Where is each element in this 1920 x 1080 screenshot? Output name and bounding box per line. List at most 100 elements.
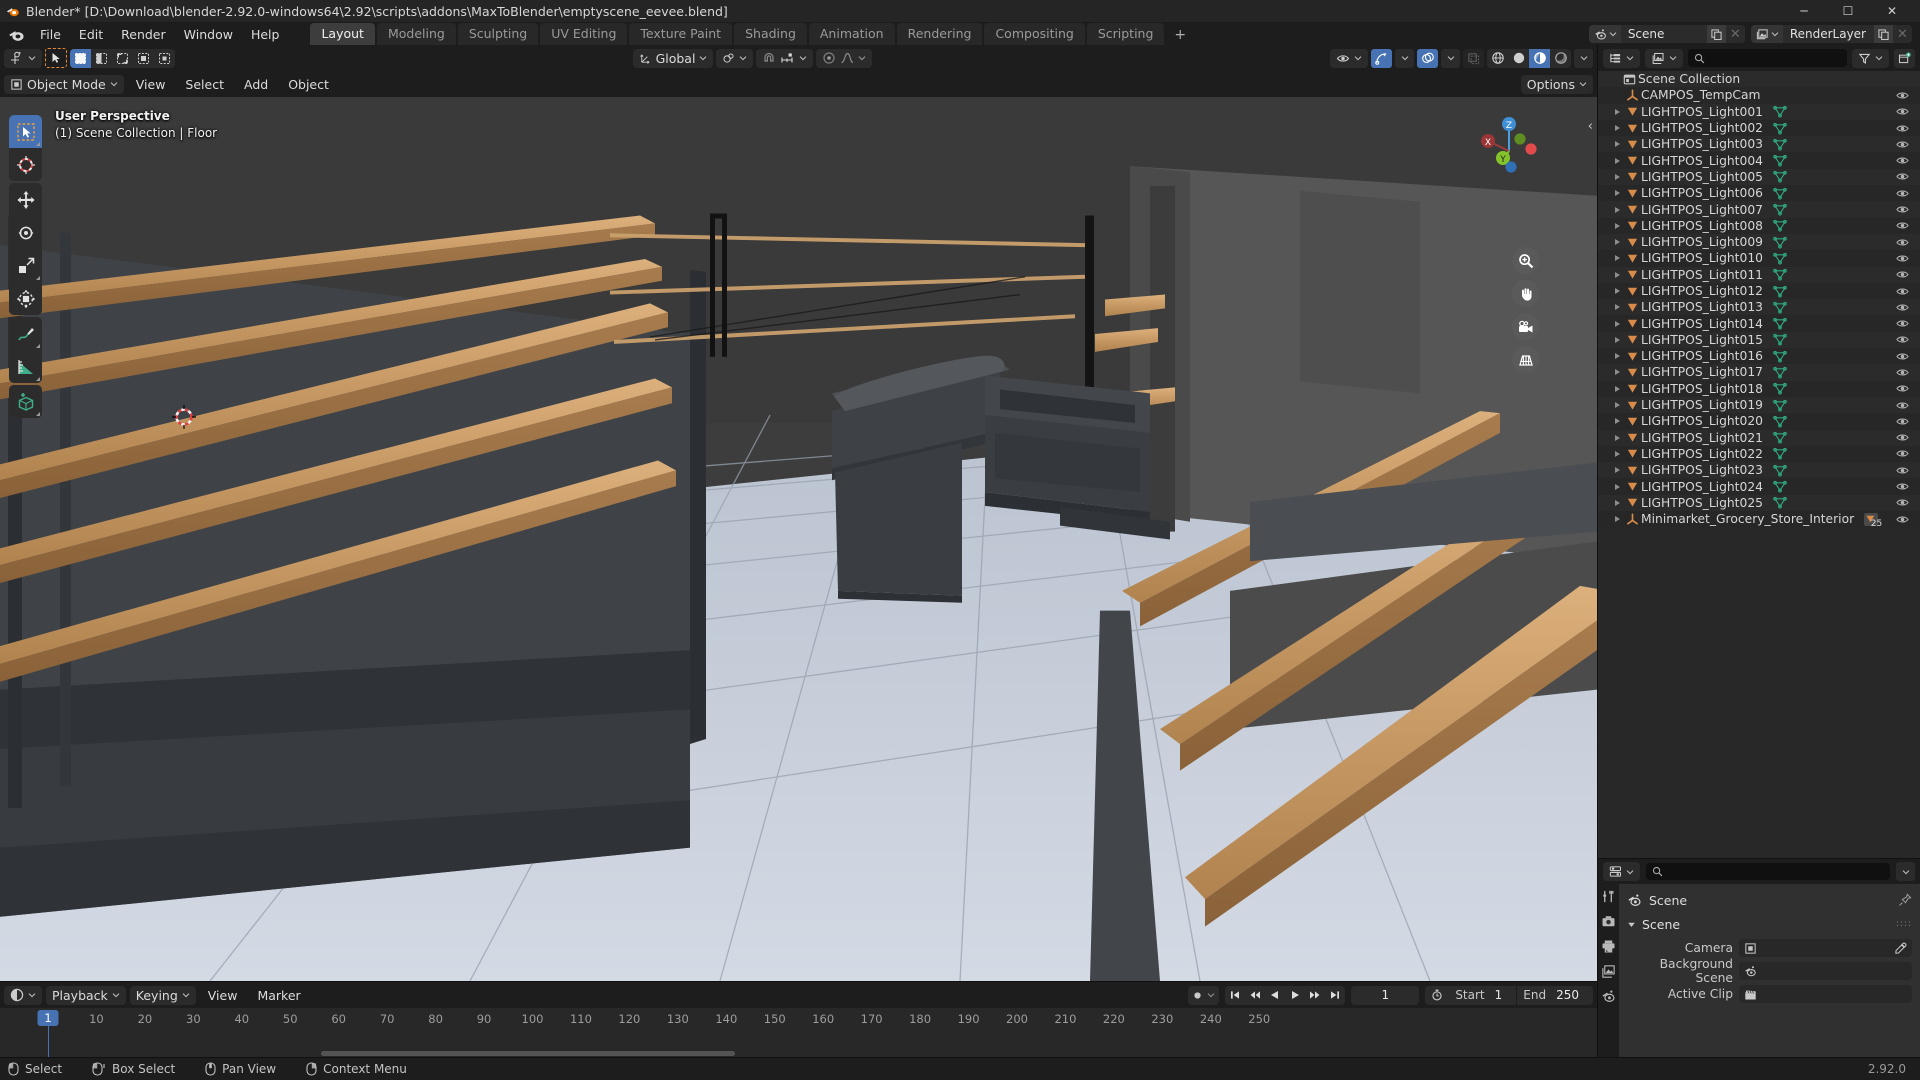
visibility-eye-icon[interactable] bbox=[1896, 332, 1909, 348]
disclosure-triangle-icon[interactable] bbox=[1611, 189, 1624, 197]
mesh-data-icon[interactable] bbox=[1773, 138, 1787, 151]
mesh-data-icon[interactable] bbox=[1773, 496, 1787, 509]
shading-solid-icon[interactable] bbox=[1508, 49, 1529, 68]
disclosure-triangle-icon[interactable] bbox=[1611, 238, 1624, 246]
outliner-row[interactable]: LIGHTPOS_Light020 bbox=[1598, 413, 1920, 430]
outliner-row[interactable]: LIGHTPOS_Light011 bbox=[1598, 266, 1920, 283]
scene-name[interactable]: Scene bbox=[1621, 27, 1707, 41]
outliner-row[interactable]: LIGHTPOS_Light023 bbox=[1598, 462, 1920, 479]
zoom-icon[interactable] bbox=[1512, 247, 1539, 274]
menu-window[interactable]: Window bbox=[175, 25, 242, 44]
disclosure-triangle-icon[interactable] bbox=[1611, 483, 1624, 491]
view-layer-icon[interactable] bbox=[1750, 25, 1783, 43]
mesh-data-icon[interactable] bbox=[1773, 317, 1787, 330]
properties-tab-tool[interactable] bbox=[1600, 887, 1618, 905]
visibility-eye-icon[interactable] bbox=[1896, 511, 1909, 527]
overlays-dropdown[interactable] bbox=[1441, 48, 1460, 68]
add-workspace-button[interactable]: + bbox=[1166, 25, 1194, 45]
mesh-data-icon[interactable] bbox=[1773, 431, 1787, 444]
disclosure-triangle-icon[interactable] bbox=[1611, 287, 1624, 295]
eyedropper-icon[interactable] bbox=[1894, 942, 1907, 955]
shading-dropdown[interactable] bbox=[1574, 48, 1593, 68]
mesh-data-icon[interactable] bbox=[1773, 382, 1787, 395]
outliner-display-mode[interactable] bbox=[1645, 48, 1683, 68]
outliner-row[interactable]: LIGHTPOS_Light015 bbox=[1598, 331, 1920, 349]
visibility-eye-icon[interactable] bbox=[1896, 397, 1909, 413]
shading-material-preview-icon[interactable] bbox=[1529, 48, 1550, 68]
shading-mode-group[interactable] bbox=[1487, 48, 1571, 68]
mesh-data-icon[interactable] bbox=[1773, 301, 1787, 314]
menu-edit[interactable]: Edit bbox=[70, 25, 112, 44]
outliner-row[interactable]: LIGHTPOS_Light006 bbox=[1598, 185, 1920, 202]
select-mode-group[interactable] bbox=[70, 48, 175, 68]
cursor-tool-icon[interactable] bbox=[9, 148, 42, 181]
gizmo-dropdown[interactable] bbox=[1395, 48, 1414, 68]
object-mode-selector[interactable]: Object Mode bbox=[4, 74, 124, 94]
mesh-data-icon[interactable] bbox=[1773, 122, 1787, 135]
viewport-sidebar-toggle[interactable]: ‹ bbox=[1588, 119, 1593, 134]
proportional-editing-group[interactable] bbox=[816, 48, 873, 68]
mesh-data-icon[interactable] bbox=[1773, 415, 1787, 428]
workspace-tab-shading[interactable]: Shading bbox=[734, 23, 807, 45]
frame-start-value[interactable]: 1 bbox=[1491, 988, 1517, 1002]
rotate-tool-icon[interactable] bbox=[9, 216, 42, 249]
pin-icon[interactable] bbox=[1898, 893, 1912, 907]
select-subtract-icon[interactable] bbox=[112, 49, 133, 68]
mesh-data-icon[interactable] bbox=[1773, 333, 1787, 346]
menu-file[interactable]: File bbox=[31, 25, 70, 44]
disclosure-triangle-icon[interactable] bbox=[1611, 303, 1624, 311]
tweak-tool-icon[interactable] bbox=[45, 48, 67, 68]
camera-field[interactable] bbox=[1739, 939, 1912, 957]
visibility-eye-icon[interactable] bbox=[1896, 234, 1909, 250]
outliner-tree[interactable]: Scene Collection CAMPOS_TempCam LIGHTPOS_L… bbox=[1598, 71, 1920, 858]
menu-help[interactable]: Help bbox=[242, 25, 289, 44]
disclosure-triangle-icon[interactable] bbox=[1611, 157, 1624, 165]
frame-end-value[interactable]: 250 bbox=[1552, 988, 1593, 1002]
outliner-row[interactable]: LIGHTPOS_Light002 bbox=[1598, 119, 1920, 137]
scene-panel-header[interactable]: Scene :::: bbox=[1627, 913, 1912, 935]
properties-tab-view-layer[interactable] bbox=[1600, 962, 1618, 980]
timeline-playhead[interactable]: 1 bbox=[37, 1010, 59, 1026]
mesh-data-icon[interactable] bbox=[1773, 154, 1787, 167]
toggle-perspective-icon[interactable] bbox=[1512, 346, 1539, 373]
disclosure-triangle-icon[interactable] bbox=[1611, 206, 1624, 214]
add-cube-tool-icon[interactable] bbox=[9, 385, 42, 418]
visibility-selector[interactable] bbox=[1330, 48, 1368, 68]
disclosure-triangle-icon[interactable] bbox=[1611, 417, 1624, 425]
outliner-row[interactable]: LIGHTPOS_Light025 bbox=[1598, 494, 1920, 512]
disclosure-triangle-icon[interactable] bbox=[1611, 336, 1624, 344]
jump-start-icon[interactable] bbox=[1225, 986, 1245, 1005]
outliner-row[interactable]: LIGHTPOS_Light009 bbox=[1598, 233, 1920, 251]
editor-type-outliner-icon[interactable] bbox=[1603, 48, 1640, 68]
mesh-data-icon[interactable] bbox=[1773, 187, 1787, 200]
visibility-eye-icon[interactable] bbox=[1896, 299, 1909, 315]
visibility-eye-icon[interactable] bbox=[1896, 152, 1909, 168]
properties-tab-scene[interactable] bbox=[1600, 987, 1618, 1005]
mesh-data-icon[interactable] bbox=[1773, 252, 1787, 265]
disclosure-triangle-icon[interactable] bbox=[1611, 499, 1624, 507]
visibility-eye-icon[interactable] bbox=[1896, 218, 1909, 234]
outliner-row[interactable]: LIGHTPOS_Light007 bbox=[1598, 201, 1920, 218]
outliner-row[interactable]: LIGHTPOS_Light018 bbox=[1598, 380, 1920, 397]
timeline-scrollbar[interactable] bbox=[2, 1051, 1595, 1056]
transform-tool-icon[interactable] bbox=[9, 282, 42, 315]
unlink-view-layer-button[interactable]: ✕ bbox=[1893, 25, 1912, 43]
prev-keyframe-icon[interactable] bbox=[1245, 986, 1265, 1005]
gizmo-toggle-button[interactable] bbox=[1371, 48, 1392, 68]
disclosure-triangle-icon[interactable] bbox=[1611, 254, 1624, 262]
mesh-data-icon[interactable] bbox=[1773, 480, 1787, 493]
visibility-eye-icon[interactable] bbox=[1896, 120, 1909, 136]
mesh-data-icon[interactable] bbox=[1773, 464, 1787, 477]
visibility-eye-icon[interactable] bbox=[1896, 315, 1909, 331]
mesh-data-icon[interactable] bbox=[1773, 203, 1787, 216]
jump-end-icon[interactable] bbox=[1325, 986, 1345, 1005]
mesh-data-icon[interactable] bbox=[1773, 285, 1787, 298]
background-scene-field[interactable] bbox=[1739, 962, 1912, 980]
disclosure-triangle-icon[interactable] bbox=[1611, 515, 1624, 523]
visibility-eye-icon[interactable] bbox=[1896, 478, 1909, 494]
visibility-eye-icon[interactable] bbox=[1896, 430, 1909, 446]
disclosure-triangle-icon[interactable] bbox=[1611, 320, 1624, 328]
blender-menu-logo-icon[interactable] bbox=[8, 26, 25, 43]
editor-type-properties-icon[interactable] bbox=[1603, 862, 1640, 881]
disclosure-triangle-icon[interactable] bbox=[1611, 401, 1624, 409]
